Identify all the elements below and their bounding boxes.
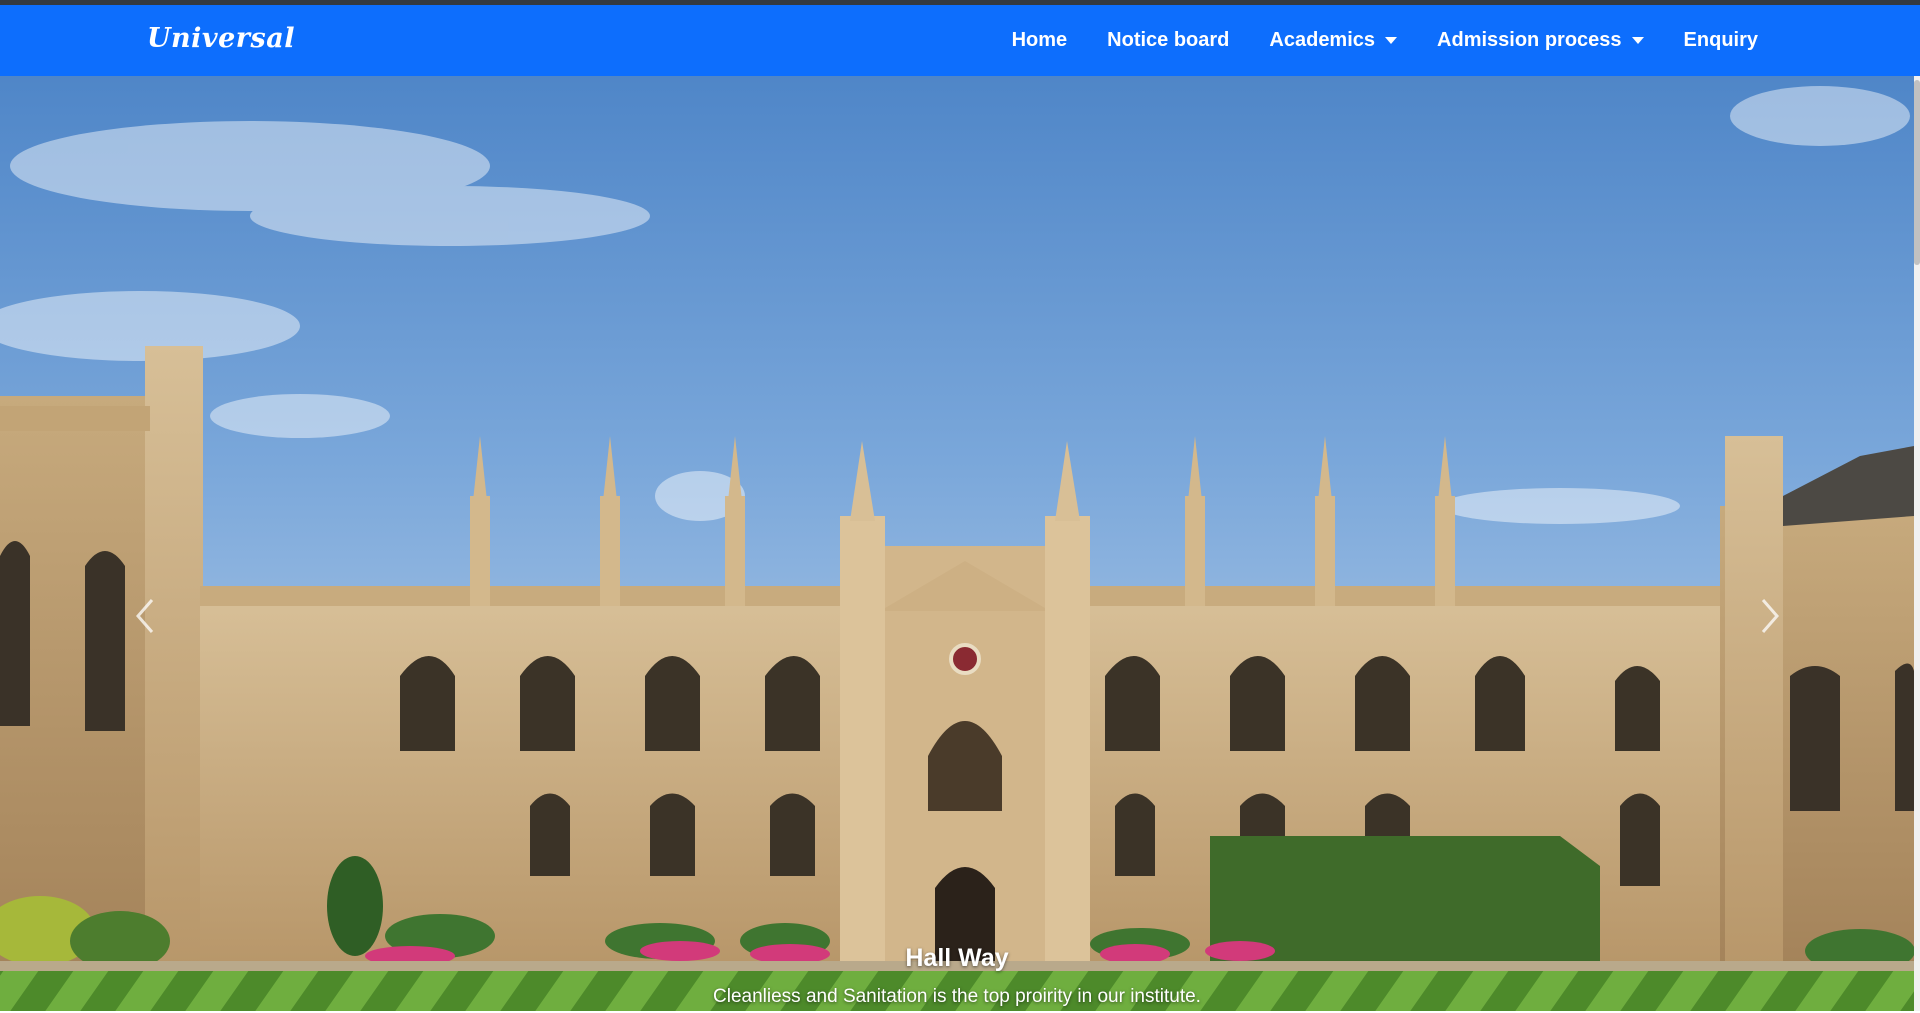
nav-notice-board-link[interactable]: Notice board: [1107, 29, 1229, 52]
slide-caption-title: Hall Way: [905, 944, 1009, 972]
nav-admission-process-dropdown[interactable]: Admission process: [1437, 29, 1644, 52]
chevron-right-icon: [1761, 599, 1779, 633]
nav-enquiry-link[interactable]: Enquiry: [1684, 29, 1758, 52]
nav-home-label: Home: [1011, 29, 1068, 51]
nav-notice-board-label: Notice board: [1107, 29, 1230, 51]
brand-logo[interactable]: Universal: [147, 23, 295, 54]
nav-home-link[interactable]: Home: [1012, 29, 1068, 52]
nav-enquiry-label: Enquiry: [1683, 29, 1758, 51]
nav-academics-dropdown[interactable]: Academics: [1269, 29, 1398, 52]
caret-down-icon: [1631, 37, 1644, 44]
carousel-next-button[interactable]: [1750, 586, 1790, 646]
scrollbar-thumb[interactable]: [1914, 80, 1920, 265]
nav-admission-process-label: Admission process: [1437, 29, 1622, 51]
hero-carousel: Hall Way Cleanliess and Sanitation is th…: [0, 76, 1914, 1011]
slide-caption-text: Cleanliess and Sanitation is the top pro…: [713, 986, 1201, 1007]
campus-photo: [0, 76, 1914, 1011]
top-navbar: Universal Home Notice board Academics Ad…: [0, 5, 1920, 76]
carousel-prev-button[interactable]: [125, 586, 165, 646]
caret-down-icon: [1385, 37, 1398, 44]
nav-links: Home Notice board Academics Admission pr…: [972, 5, 1758, 76]
chevron-left-icon: [136, 599, 154, 633]
nav-academics-label: Academics: [1269, 29, 1376, 51]
